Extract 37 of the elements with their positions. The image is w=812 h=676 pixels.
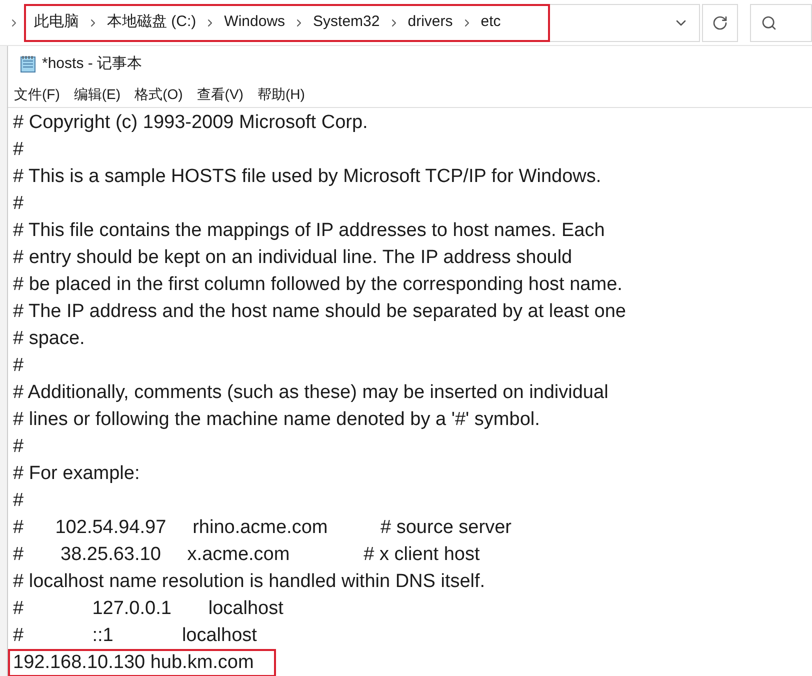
- menu-item[interactable]: 查看(V): [196, 84, 244, 106]
- refresh-icon[interactable]: [712, 14, 728, 30]
- text-line: #: [12, 434, 25, 458]
- text-line: # Additionally, comments (such as these) may be inserted on individual: [12, 380, 610, 404]
- address-bar[interactable]: 此电脑 本地磁盘 (C:) Windows System32 drivers etc: [24, 4, 550, 42]
- text-line: # localhost name resolution is handled within DNS itself.: [12, 570, 486, 594]
- menu-item[interactable]: 编辑(E): [74, 84, 121, 106]
- text-line: # be placed in the first column followed by the corresponding host name.: [12, 272, 624, 296]
- breadcrumb-item[interactable]: Windows: [224, 11, 286, 34]
- text-line: #: [12, 354, 25, 378]
- text-line: # This file contains the mappings of IP addresses to host names. Each: [12, 218, 606, 242]
- menu-item[interactable]: 文件(F): [14, 84, 60, 106]
- text-line: # lines or following the machine name denoted by a '#' symbol.: [12, 408, 541, 432]
- breadcrumb-item[interactable]: drivers: [408, 11, 453, 34]
- search-icon: [761, 14, 777, 30]
- text-line: # space.: [12, 326, 86, 350]
- notepad-icon: [20, 55, 36, 74]
- menu-item[interactable]: 帮助(H): [257, 84, 305, 106]
- text-line: # 127.0.0.1 localhost: [12, 596, 284, 620]
- window-title: *hosts - 记事本: [42, 54, 142, 74]
- text-line: # 38.25.63.10 x.acme.com # x client host: [12, 542, 481, 566]
- text-line: # This is a sample HOSTS file used by Microsoft TCP/IP for Windows.: [12, 164, 602, 188]
- text-line: # entry should be kept on an individual line. The IP address should: [12, 246, 574, 270]
- menu-item[interactable]: 格式(O): [134, 84, 183, 106]
- text-line: # For example:: [12, 462, 141, 486]
- text-line: # Copyright (c) 1993-2009 Microsoft Corp.: [12, 110, 369, 134]
- text-line: # The IP address and the host name should be separated by at least one: [12, 300, 628, 324]
- breadcrumb-item[interactable]: 本地磁盘 (C:): [107, 11, 196, 34]
- breadcrumb-item[interactable]: 此电脑: [34, 11, 79, 34]
- text-line: #: [12, 488, 25, 512]
- text-line: # ::1 localhost: [12, 624, 258, 648]
- text-line: # 102.54.94.97 rhino.acme.com # source server: [12, 516, 512, 540]
- breadcrumb-item[interactable]: System32: [313, 11, 380, 34]
- breadcrumb-item[interactable]: etc: [480, 11, 501, 34]
- search-field[interactable]: [750, 4, 812, 42]
- text-line: #: [12, 192, 25, 216]
- text-line: #: [12, 138, 25, 162]
